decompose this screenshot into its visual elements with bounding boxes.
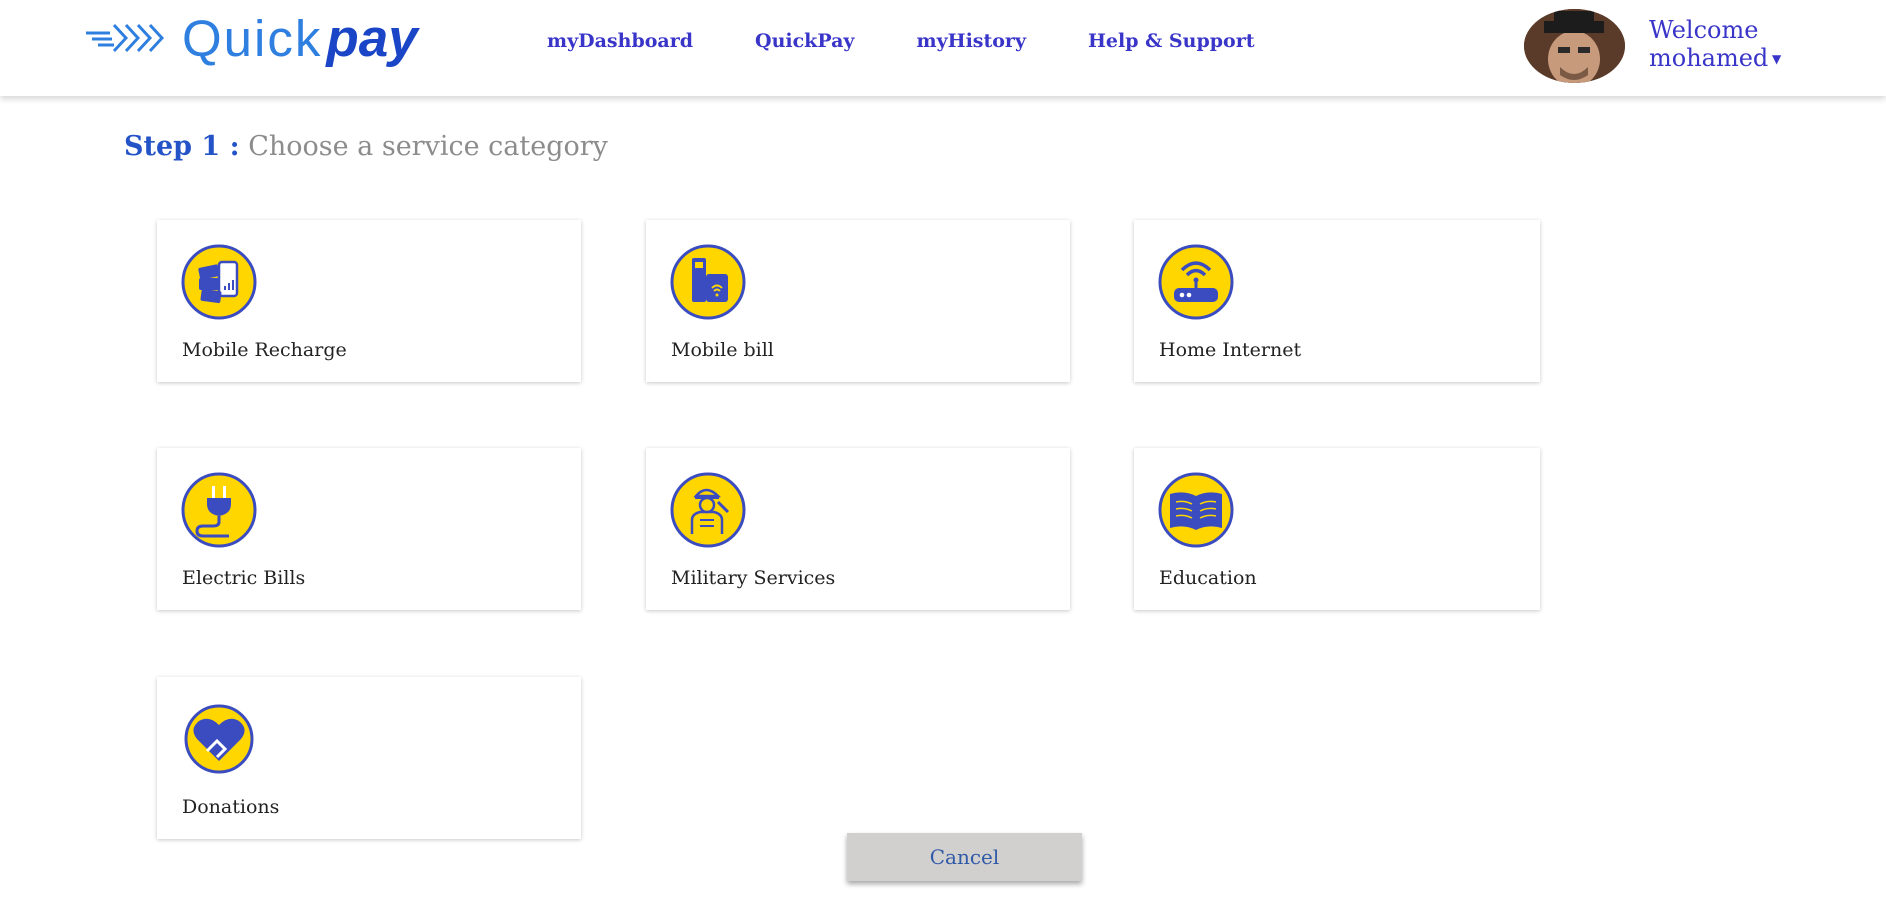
main-nav: myDashboard QuickPay myHistory Help & Su… (547, 30, 1316, 52)
step-text: Choose a service category (248, 131, 608, 162)
category-card-mobile-bill[interactable]: Mobile bill (646, 220, 1070, 382)
phone-bill-icon (670, 244, 746, 320)
category-card-education[interactable]: Education (1134, 448, 1540, 610)
category-label: Donations (182, 796, 280, 818)
quickpay-logo[interactable]: Quick pay (84, 8, 418, 68)
category-card-mobile-recharge[interactable]: Mobile Recharge (157, 220, 581, 382)
nav-my-history[interactable]: myHistory (916, 30, 1026, 52)
user-menu[interactable]: Welcome mohamed (1649, 16, 1768, 72)
logo-text-quick: Quick (182, 9, 323, 67)
category-label: Mobile Recharge (182, 339, 347, 361)
category-label: Education (1159, 567, 1257, 589)
nav-my-dashboard[interactable]: myDashboard (547, 30, 693, 52)
plug-icon (181, 472, 257, 548)
heart-handshake-icon (184, 704, 254, 774)
category-label: Home Internet (1159, 339, 1302, 361)
category-label: Military Services (671, 567, 836, 589)
speed-arrows-icon (86, 23, 165, 53)
cancel-button[interactable]: Cancel (847, 833, 1082, 881)
step-heading: Step 1 : Choose a service category (124, 131, 608, 162)
soldier-icon (670, 472, 746, 548)
nav-help-support[interactable]: Help & Support (1088, 30, 1255, 52)
mobile-recharge-icon (181, 244, 257, 320)
logo-text-pay: pay (326, 8, 418, 68)
step-label: Step 1 : (124, 131, 240, 162)
category-card-home-internet[interactable]: Home Internet (1134, 220, 1540, 382)
chevron-down-icon[interactable]: ▼ (1772, 52, 1781, 66)
welcome-text: Welcome (1649, 16, 1759, 44)
avatar[interactable] (1524, 9, 1625, 83)
router-icon (1158, 244, 1234, 320)
category-label: Electric Bills (182, 567, 306, 589)
user-photo-icon (1524, 9, 1625, 83)
category-card-military-services[interactable]: Military Services (646, 448, 1070, 610)
category-card-donations[interactable]: Donations (157, 677, 581, 839)
category-card-electric-bills[interactable]: Electric Bills (157, 448, 581, 610)
username-text: mohamed (1649, 44, 1769, 72)
nav-quickpay[interactable]: QuickPay (755, 30, 854, 52)
top-navbar: Quick pay myDashboard QuickPay myHistory… (0, 0, 1886, 96)
category-label: Mobile bill (671, 339, 774, 361)
book-icon (1158, 472, 1234, 548)
